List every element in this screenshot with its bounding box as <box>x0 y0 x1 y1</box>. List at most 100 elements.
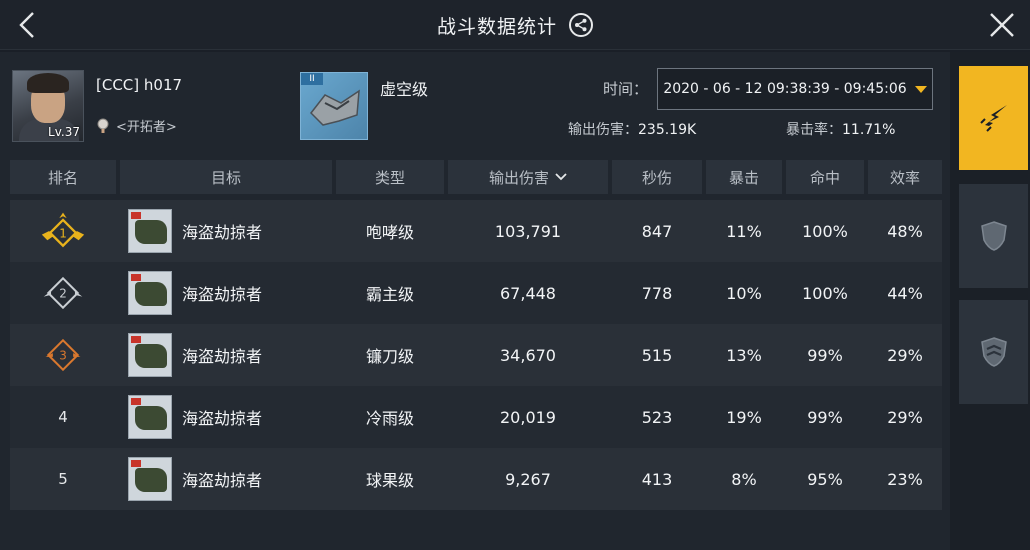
avatar[interactable]: Lv.37 <box>12 70 84 142</box>
player-rank: <开拓者> <box>96 116 177 135</box>
time-label: 时间： <box>603 80 649 98</box>
player-rank-label: <开拓者> <box>116 120 177 135</box>
target-name: 海盗劫掠者 <box>182 409 263 428</box>
crit-rate: 暴击率：11.71% <box>786 119 895 139</box>
target-cell: 海盗劫掠者 <box>128 324 338 386</box>
stats-panel: Lv.37 [CCC] h017 <开拓者> II 虚空级 时间： 2020 -… <box>0 52 950 550</box>
target-cell: 海盗劫掠者 <box>128 386 338 448</box>
type-cell: 咆哮级 <box>365 223 414 242</box>
target-ship-thumbnail[interactable] <box>128 395 172 439</box>
target-name: 海盗劫掠者 <box>182 471 263 490</box>
table-row[interactable]: 5 海盗劫掠者 球果级 9,267 413 8% 95% 23% <box>10 448 942 510</box>
dps-cell: 778 <box>641 283 673 303</box>
column-header-dps[interactable]: 秒伤 <box>612 160 702 194</box>
player-name: [CCC] h017 <box>96 76 183 94</box>
column-header-target[interactable]: 目标 <box>120 160 332 194</box>
dps-cell: 413 <box>641 469 673 489</box>
bronze-rank-badge-icon: 3 <box>40 335 86 375</box>
target-name: 海盗劫掠者 <box>182 285 263 304</box>
rank-cell: 4 <box>10 386 116 448</box>
column-header-damage-label: 输出伤害 <box>488 168 549 187</box>
shield-icon <box>980 221 1007 251</box>
rank-number: 5 <box>58 470 68 488</box>
rank-medal-icon <box>97 118 109 133</box>
efficiency-cell: 29% <box>887 345 923 365</box>
table-header: 排名 目标 类型 输出伤害 秒伤 暴击 命中 效率 <box>10 160 942 194</box>
silver-rank-badge-icon: 2 <box>40 273 86 313</box>
table-row[interactable]: 3 海盗劫掠者 镰刀级 34,670 515 13% 99% 29% <box>10 324 942 386</box>
close-button[interactable] <box>986 9 1018 41</box>
hit-cell: 100% <box>802 221 848 241</box>
crit-cell: 11% <box>726 221 762 241</box>
efficiency-cell: 48% <box>887 221 923 241</box>
rank-number: 2 <box>59 287 67 301</box>
crit-label: 暴击率： <box>786 122 842 138</box>
type-cell: 球果级 <box>365 471 414 490</box>
rank-cell: 5 <box>10 448 116 510</box>
type-cell: 霸主级 <box>365 285 414 304</box>
share-icon <box>575 18 587 32</box>
target-ship-thumbnail[interactable] <box>128 457 172 501</box>
gold-rank-badge-icon: 1 <box>40 211 86 251</box>
column-header-crit[interactable]: 暴击 <box>706 160 782 194</box>
column-header-type[interactable]: 类型 <box>336 160 444 194</box>
hit-cell: 99% <box>807 407 843 427</box>
stats-table: 排名 目标 类型 输出伤害 秒伤 暴击 命中 效率 1 海盗劫掠者 咆哮级 10… <box>10 160 942 510</box>
rank-number: 3 <box>59 349 67 363</box>
defense-icon <box>980 337 1007 367</box>
target-cell: 海盗劫掠者 <box>128 448 338 510</box>
tab-attack[interactable] <box>959 66 1028 170</box>
ship-name: 虚空级 <box>380 80 429 99</box>
crit-cell: 13% <box>726 345 762 365</box>
hit-cell: 100% <box>802 283 848 303</box>
target-ship-thumbnail[interactable] <box>128 209 172 253</box>
column-header-rank[interactable]: 排名 <box>10 160 116 194</box>
dropdown-arrow-icon <box>914 85 927 93</box>
efficiency-cell: 29% <box>887 407 923 427</box>
hit-cell: 99% <box>807 345 843 365</box>
dps-cell: 515 <box>641 345 673 365</box>
table-row[interactable]: 2 海盗劫掠者 霸主级 67,448 778 10% 100% 44% <box>10 262 942 324</box>
rank-cell: 3 <box>10 324 116 386</box>
tab-shield[interactable] <box>959 184 1028 288</box>
target-cell: 海盗劫掠者 <box>128 262 338 324</box>
damage-cell: 103,791 <box>494 221 562 241</box>
target-cell: 海盗劫掠者 <box>128 200 338 262</box>
column-header-hit[interactable]: 命中 <box>786 160 864 194</box>
top-bar: 战斗数据统计 <box>0 0 1030 50</box>
rank-number: 4 <box>58 408 68 426</box>
attack-icon <box>979 105 1007 132</box>
share-button[interactable] <box>569 13 593 37</box>
table-row[interactable]: 4 海盗劫掠者 冷雨级 20,019 523 19% 99% 29% <box>10 386 942 448</box>
target-ship-thumbnail[interactable] <box>128 271 172 315</box>
dps-cell: 523 <box>641 407 673 427</box>
rank-number: 1 <box>59 226 67 240</box>
target-name: 海盗劫掠者 <box>182 223 263 242</box>
efficiency-cell: 44% <box>887 283 923 303</box>
time-range-select[interactable]: 2020 - 06 - 12 09:38:39 - 09:45:06 <box>657 68 933 110</box>
target-ship-thumbnail[interactable] <box>128 333 172 377</box>
close-icon <box>990 13 1014 37</box>
rank-cell: 1 <box>10 200 116 262</box>
damage-value: 235.19K <box>638 122 697 138</box>
table-row[interactable]: 1 海盗劫掠者 咆哮级 103,791 847 11% 100% 48% <box>10 200 942 262</box>
damage-cell: 9,267 <box>505 469 551 489</box>
crit-cell: 10% <box>726 283 762 303</box>
damage-label: 输出伤害： <box>568 122 638 138</box>
tab-defense[interactable] <box>959 300 1028 404</box>
damage-cell: 34,670 <box>500 345 556 365</box>
type-cell: 镰刀级 <box>365 347 414 366</box>
column-header-efficiency[interactable]: 效率 <box>868 160 942 194</box>
ship-thumbnail[interactable]: II <box>300 72 368 140</box>
player-level: Lv.37 <box>48 125 80 139</box>
column-header-damage[interactable]: 输出伤害 <box>448 160 608 194</box>
crit-cell: 8% <box>731 469 757 489</box>
type-cell: 冷雨级 <box>365 409 414 428</box>
sort-desc-icon <box>555 173 567 181</box>
damage-cell: 67,448 <box>500 283 556 303</box>
time-range-value: 2020 - 06 - 12 09:38:39 - 09:45:06 <box>663 81 907 97</box>
target-name: 海盗劫掠者 <box>182 347 263 366</box>
damage-cell: 20,019 <box>500 407 556 427</box>
total-damage: 输出伤害：235.19K <box>568 119 696 139</box>
rank-cell: 2 <box>10 262 116 324</box>
